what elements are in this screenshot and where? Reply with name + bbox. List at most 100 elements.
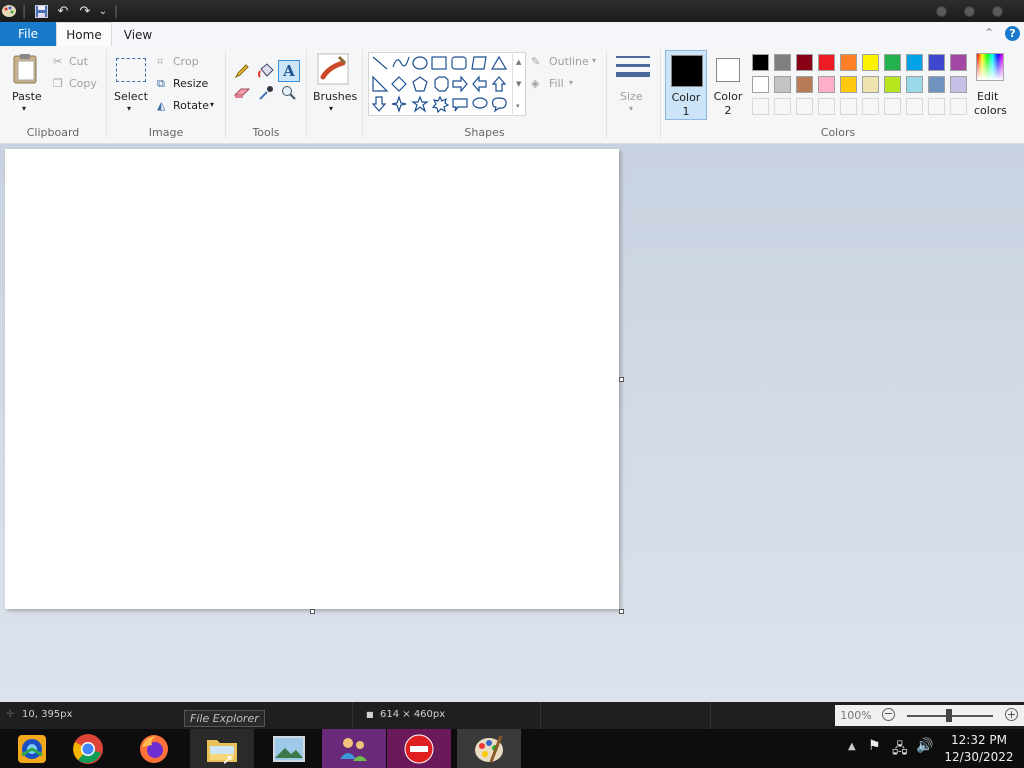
- help-icon[interactable]: ?: [1005, 26, 1020, 41]
- customize-qa-icon[interactable]: ⌄: [96, 2, 110, 20]
- paint-taskbar-icon[interactable]: [457, 729, 521, 768]
- custom-color-slot[interactable]: [752, 98, 769, 115]
- fill-button[interactable]: Fill: [549, 77, 564, 90]
- color-swatch[interactable]: [928, 76, 945, 93]
- zoom-out-button[interactable]: −: [882, 708, 895, 721]
- chrome-icon[interactable]: [56, 729, 120, 768]
- custom-color-slot[interactable]: [950, 98, 967, 115]
- color-swatch[interactable]: [884, 54, 901, 71]
- resize-handle-corner[interactable]: [619, 609, 624, 614]
- color-swatch[interactable]: [796, 54, 813, 71]
- color-swatch[interactable]: [906, 76, 923, 93]
- paste-icon[interactable]: [10, 52, 42, 86]
- maximize-button[interactable]: [964, 6, 975, 17]
- color-swatch[interactable]: [862, 76, 879, 93]
- taskbar-tooltip: File Explorer: [184, 710, 265, 727]
- color-swatch[interactable]: [774, 76, 791, 93]
- shapes-scroll[interactable]: ▲ ▼ ▾: [512, 52, 525, 114]
- clock-date[interactable]: 12/30/2022: [940, 750, 1018, 764]
- minimize-button[interactable]: [936, 6, 947, 17]
- select-button[interactable]: Select: [114, 90, 148, 103]
- custom-color-slot[interactable]: [774, 98, 791, 115]
- fill-icon: ◈: [531, 77, 540, 90]
- zoom-slider-thumb[interactable]: [946, 709, 952, 722]
- rotate-button[interactable]: Rotate: [173, 99, 209, 112]
- paint-app-icon[interactable]: [0, 2, 18, 20]
- color-swatch[interactable]: [928, 54, 945, 71]
- brushes-icon[interactable]: [316, 52, 350, 86]
- clock-time[interactable]: 12:32 PM: [940, 733, 1018, 747]
- pencil-icon[interactable]: [233, 62, 251, 80]
- redo-icon[interactable]: ↷: [76, 2, 94, 20]
- resize-button[interactable]: Resize: [173, 77, 208, 90]
- drawing-canvas[interactable]: [5, 149, 619, 609]
- collapse-ribbon-icon[interactable]: ⌃: [984, 26, 994, 40]
- custom-color-slot[interactable]: [840, 98, 857, 115]
- color-swatch[interactable]: [818, 76, 835, 93]
- users-app-icon[interactable]: [322, 729, 386, 768]
- color-swatch[interactable]: [840, 54, 857, 71]
- start-button[interactable]: [0, 729, 64, 768]
- photos-icon[interactable]: [257, 729, 321, 768]
- magnifier-icon[interactable]: [279, 84, 299, 102]
- shapes-gallery-icons[interactable]: [369, 53, 525, 115]
- volume-icon[interactable]: 🔊: [916, 738, 933, 754]
- tab-home[interactable]: Home: [56, 22, 112, 47]
- resize-handle-bottom[interactable]: [310, 609, 315, 614]
- color-picker-icon[interactable]: [256, 84, 276, 102]
- tab-file[interactable]: File: [0, 22, 56, 46]
- color-swatch[interactable]: [950, 76, 967, 93]
- cut-button[interactable]: Cut: [69, 55, 88, 68]
- color-swatch[interactable]: [752, 54, 769, 71]
- color-swatch[interactable]: [752, 76, 769, 93]
- color-swatch[interactable]: [774, 54, 791, 71]
- color1-label: Color: [671, 91, 701, 104]
- color-swatch[interactable]: [884, 76, 901, 93]
- fill-bucket-icon[interactable]: [256, 62, 276, 80]
- color1-button[interactable]: Color 1: [665, 50, 707, 120]
- custom-color-slot[interactable]: [884, 98, 901, 115]
- color-swatch[interactable]: [840, 76, 857, 93]
- fill-dropdown-icon[interactable]: ▾: [569, 78, 573, 87]
- brushes-dropdown-icon[interactable]: ▾: [329, 104, 333, 113]
- save-icon[interactable]: [32, 2, 50, 20]
- brushes-button[interactable]: Brushes: [313, 90, 357, 103]
- size-button[interactable]: Size: [620, 90, 643, 103]
- color-swatch[interactable]: [862, 54, 879, 71]
- custom-color-slot[interactable]: [818, 98, 835, 115]
- text-tool-icon[interactable]: A: [278, 60, 300, 82]
- color-swatch[interactable]: [950, 54, 967, 71]
- action-center-flag-icon[interactable]: ⚑: [868, 738, 881, 754]
- custom-color-slot[interactable]: [928, 98, 945, 115]
- resize-handle-right[interactable]: [619, 377, 624, 382]
- size-icon[interactable]: [616, 54, 650, 84]
- paste-dropdown-icon[interactable]: ▾: [22, 104, 26, 113]
- close-button[interactable]: [992, 6, 1003, 17]
- undo-icon[interactable]: ↶: [54, 2, 72, 20]
- zoom-in-button[interactable]: +: [1005, 708, 1018, 721]
- custom-color-slot[interactable]: [862, 98, 879, 115]
- color-swatch[interactable]: [818, 54, 835, 71]
- custom-color-slot[interactable]: [796, 98, 813, 115]
- color-swatch[interactable]: [796, 76, 813, 93]
- eraser-icon[interactable]: [233, 84, 251, 102]
- network-icon[interactable]: 🖧: [892, 738, 908, 762]
- outline-button[interactable]: Outline: [549, 55, 589, 68]
- copy-button[interactable]: Copy: [69, 77, 97, 90]
- tab-view[interactable]: View: [113, 22, 163, 47]
- crop-button[interactable]: Crop: [173, 55, 199, 68]
- stop-app-icon[interactable]: [387, 729, 451, 768]
- color-swatch[interactable]: [906, 54, 923, 71]
- color2-button[interactable]: Color 2: [707, 50, 749, 120]
- select-icon[interactable]: [116, 58, 146, 82]
- show-hidden-icons[interactable]: ▲: [848, 741, 856, 752]
- firefox-icon[interactable]: [122, 729, 186, 768]
- select-dropdown-icon[interactable]: ▾: [127, 104, 131, 113]
- rotate-dropdown-icon[interactable]: ▾: [210, 100, 214, 109]
- size-dropdown-icon[interactable]: ▾: [629, 104, 633, 113]
- outline-dropdown-icon[interactable]: ▾: [592, 56, 596, 65]
- edit-colors-button[interactable]: Edit: [977, 90, 998, 103]
- edit-colors-icon[interactable]: [976, 53, 1004, 81]
- custom-color-slot[interactable]: [906, 98, 923, 115]
- paste-button[interactable]: Paste: [12, 90, 42, 103]
